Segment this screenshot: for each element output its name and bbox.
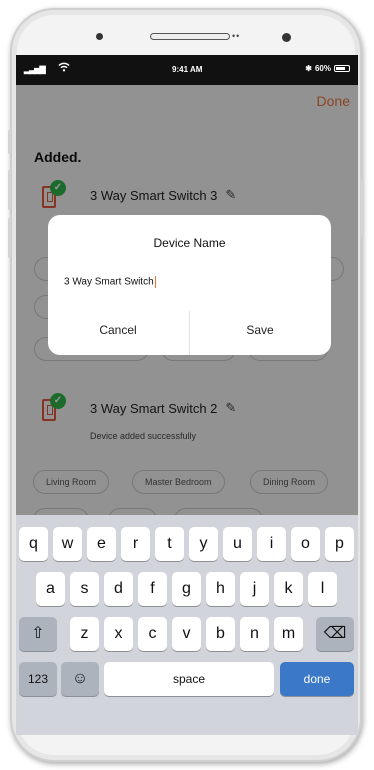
backspace-key[interactable]: ⌫ bbox=[316, 617, 354, 651]
front-camera bbox=[96, 33, 103, 40]
save-button[interactable]: Save bbox=[190, 323, 330, 337]
key-g[interactable]: g bbox=[172, 572, 201, 606]
backspace-icon: ⌫ bbox=[323, 625, 347, 642]
cancel-button[interactable]: Cancel bbox=[48, 323, 188, 337]
status-right: ✱ 60% bbox=[305, 64, 350, 73]
key-r[interactable]: r bbox=[121, 527, 150, 561]
key-f[interactable]: f bbox=[138, 572, 167, 606]
key-n[interactable]: n bbox=[240, 617, 269, 651]
key-q[interactable]: q bbox=[19, 527, 48, 561]
signal-icon: ▂▃▅▇ bbox=[24, 65, 46, 74]
screen: ▂▃▅▇ 9:41 AM ✱ 60% Done Added. ✓ 3 Way S… bbox=[16, 55, 358, 735]
emoji-icon: ☺ bbox=[71, 670, 89, 687]
key-v[interactable]: v bbox=[172, 617, 201, 651]
shift-key[interactable]: ⇧ bbox=[19, 617, 57, 651]
text-caret bbox=[154, 276, 156, 288]
key-c[interactable]: c bbox=[138, 617, 167, 651]
bluetooth-icon: ✱ bbox=[305, 64, 312, 73]
status-bar: ▂▃▅▇ 9:41 AM ✱ 60% bbox=[16, 55, 358, 85]
speaker-dots: •• bbox=[232, 31, 241, 41]
key-j[interactable]: j bbox=[240, 572, 269, 606]
earpiece-speaker bbox=[150, 33, 230, 40]
key-d[interactable]: d bbox=[104, 572, 133, 606]
device-name-input[interactable]: 3 Way Smart Switch bbox=[64, 276, 314, 288]
done-key[interactable]: done bbox=[280, 662, 354, 696]
key-e[interactable]: e bbox=[87, 527, 116, 561]
key-k[interactable]: k bbox=[274, 572, 303, 606]
device-name-input-value: 3 Way Smart Switch bbox=[64, 276, 154, 288]
status-time: 9:41 AM bbox=[172, 65, 203, 74]
emoji-key[interactable]: ☺ bbox=[61, 662, 99, 696]
key-m[interactable]: m bbox=[274, 617, 303, 651]
key-o[interactable]: o bbox=[291, 527, 320, 561]
numbers-key[interactable]: 123 bbox=[19, 662, 57, 696]
battery-icon bbox=[334, 65, 350, 72]
device-name-dialog: Device Name 3 Way Smart Switch Cancel Sa… bbox=[48, 215, 331, 355]
key-w[interactable]: w bbox=[53, 527, 82, 561]
key-a[interactable]: a bbox=[36, 572, 65, 606]
key-p[interactable]: p bbox=[325, 527, 354, 561]
mute-switch bbox=[8, 130, 11, 154]
key-x[interactable]: x bbox=[104, 617, 133, 651]
keyboard: q w e r t y u i o p a s d f g h j k l ⇧ … bbox=[16, 515, 358, 735]
battery-percent: 60% bbox=[314, 64, 331, 73]
shift-icon: ⇧ bbox=[31, 625, 45, 642]
volume-down-button bbox=[8, 218, 11, 258]
key-y[interactable]: y bbox=[189, 527, 218, 561]
key-h[interactable]: h bbox=[206, 572, 235, 606]
power-button bbox=[361, 180, 364, 236]
wifi-icon bbox=[58, 62, 70, 75]
key-b[interactable]: b bbox=[206, 617, 235, 651]
space-key[interactable]: space bbox=[104, 662, 274, 696]
key-i[interactable]: i bbox=[257, 527, 286, 561]
dialog-title: Device Name bbox=[153, 236, 226, 250]
key-l[interactable]: l bbox=[308, 572, 337, 606]
volume-up-button bbox=[8, 170, 11, 210]
key-s[interactable]: s bbox=[70, 572, 99, 606]
proximity-sensor bbox=[282, 33, 291, 42]
key-z[interactable]: z bbox=[70, 617, 99, 651]
key-u[interactable]: u bbox=[223, 527, 252, 561]
key-t[interactable]: t bbox=[155, 527, 184, 561]
